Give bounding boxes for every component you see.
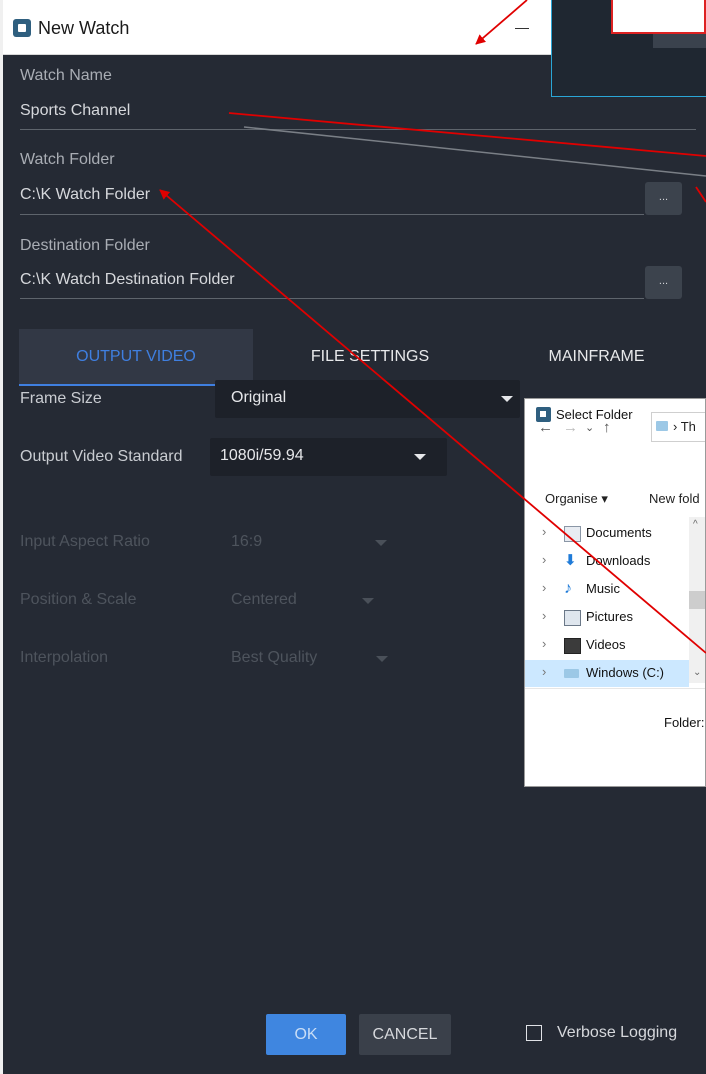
scroll-up-icon[interactable]: ^ (693, 519, 698, 530)
documents-icon (564, 526, 581, 542)
up-icon[interactable]: ↑ (603, 419, 611, 436)
tree-item-downloads[interactable]: › ⬇ Downloads (525, 548, 689, 575)
chevron-down-icon (501, 396, 513, 402)
cancel-button[interactable]: CANCEL (359, 1014, 451, 1055)
tree-item-music[interactable]: › ♪ Music (525, 576, 689, 603)
window-title: New Watch (38, 18, 130, 38)
frame-size-value: Original (231, 389, 287, 406)
address-bar[interactable]: › Th (651, 412, 705, 442)
destination-folder-label: Destination Folder (20, 237, 150, 254)
recent-dropdown-icon[interactable]: ⌄ (585, 421, 594, 434)
chevron-right-icon: › (542, 524, 547, 539)
address-breadcrumb: › Th (673, 419, 696, 434)
position-scale-label: Position & Scale (20, 591, 137, 608)
destination-folder-browse-button[interactable]: ... (645, 266, 682, 299)
tree-item-windows-c[interactable]: › Windows (C:) (525, 660, 689, 687)
watch-name-label: Watch Name (20, 67, 112, 84)
organise-menu[interactable]: Organise ▾ (545, 491, 608, 507)
verbose-logging-checkbox[interactable] (526, 1025, 542, 1041)
pictures-icon (564, 610, 581, 626)
background-window-button (653, 34, 706, 48)
tab-output-video[interactable]: OUTPUT VIDEO (19, 329, 253, 386)
interpolation-label: Interpolation (20, 649, 109, 666)
forward-icon[interactable]: → (563, 419, 578, 436)
app-icon (13, 19, 31, 37)
destination-folder-input[interactable]: C:\K Watch Destination Folder (20, 271, 235, 289)
position-scale-value: Centered (231, 591, 297, 608)
output-video-standard-select[interactable]: 1080i/59.94 (210, 438, 447, 476)
tree-item-pictures[interactable]: › Pictures (525, 604, 689, 631)
scroll-down-icon[interactable]: ⌄ (693, 667, 701, 678)
chevron-down-icon (375, 540, 387, 546)
chevron-right-icon: › (542, 580, 547, 595)
tab-mainframe[interactable]: MAINFRAME (487, 329, 706, 384)
input-aspect-ratio-value: 16:9 (231, 533, 263, 550)
downloads-icon: ⬇ (564, 552, 577, 569)
chevron-down-icon (376, 656, 388, 662)
folder-label: Folder: (664, 715, 705, 730)
tree-scrollbar[interactable]: ^ ⌄ (689, 517, 705, 683)
tree-item-label: Videos (586, 637, 626, 652)
music-icon: ♪ (564, 580, 572, 597)
divider (525, 688, 705, 689)
output-video-standard-value: 1080i/59.94 (220, 447, 304, 464)
chevron-right-icon: › (542, 664, 547, 679)
tree-item-label: Pictures (586, 609, 633, 624)
new-folder-button[interactable]: New fold (649, 491, 700, 506)
frame-size-label: Frame Size (20, 390, 102, 407)
watch-folder-input[interactable]: C:\K Watch Folder (20, 186, 150, 204)
chevron-right-icon: › (542, 636, 547, 651)
output-video-standard-label: Output Video Standard (20, 448, 183, 465)
watch-name-input[interactable]: Sports Channel (20, 102, 130, 120)
destination-folder-underline (20, 298, 644, 299)
watch-name-underline (20, 129, 696, 130)
ok-button[interactable]: OK (266, 1014, 346, 1055)
drive-icon (564, 669, 579, 678)
select-folder-dialog: Select Folder ← → ⌄ ↑ › Th Organise ▾ Ne… (524, 398, 706, 787)
background-window-highlight (611, 0, 706, 34)
tree-item-documents[interactable]: › Documents (525, 520, 689, 547)
tab-file-settings[interactable]: FILE SETTINGS (253, 329, 487, 384)
interpolation-value: Best Quality (231, 649, 318, 666)
tree-item-label: Music (586, 581, 620, 596)
pc-icon (656, 421, 668, 431)
input-aspect-ratio-label: Input Aspect Ratio (20, 533, 150, 550)
verbose-logging-label: Verbose Logging (557, 1024, 678, 1041)
tree-item-label: Documents (586, 525, 652, 540)
tree-item-label: Windows (C:) (586, 665, 665, 680)
chevron-right-icon: › (542, 608, 547, 623)
frame-size-select[interactable]: Original (215, 380, 520, 418)
videos-icon (564, 638, 581, 654)
tree-item-videos[interactable]: › Videos (525, 632, 689, 659)
watch-folder-label: Watch Folder (20, 151, 115, 168)
back-icon[interactable]: ← (538, 419, 553, 436)
tree-item-label: Downloads (586, 553, 651, 568)
watch-folder-underline (20, 214, 644, 215)
chevron-right-icon: › (542, 552, 547, 567)
scroll-thumb[interactable] (689, 591, 705, 609)
minimize-button[interactable] (515, 28, 529, 29)
chevron-down-icon (414, 454, 426, 460)
watch-folder-browse-button[interactable]: ... (645, 182, 682, 215)
chevron-down-icon (362, 598, 374, 604)
title-bar: New Watch (3, 0, 551, 55)
